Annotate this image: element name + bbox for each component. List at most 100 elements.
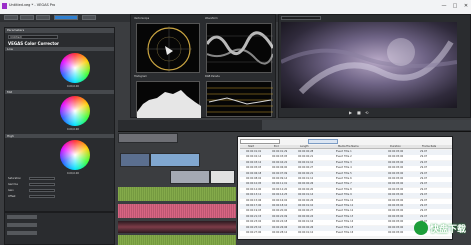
- table-cell: 00:00:23;02: [246, 220, 262, 224]
- preview-frame: [281, 22, 457, 108]
- table-row[interactable]: 00:00:02;14 00:00:03;05 00:00:00;21 Event T…: [240, 155, 452, 161]
- column-header[interactable]: Start: [248, 145, 254, 148]
- table-row[interactable]: 00:00:13;11 00:00:14;25 00:00:01;14 Event T…: [240, 193, 452, 199]
- table-row[interactable]: 00:00:03;12 00:00:04;22 00:00:01;10 Event T…: [240, 160, 452, 166]
- table-cell: 00:00:03;05: [272, 155, 288, 159]
- table-cell: 00:00:02;14: [246, 155, 262, 159]
- track-control[interactable]: [7, 223, 37, 227]
- section-high-header[interactable]: High: [5, 134, 114, 138]
- toolbar-button-active[interactable]: [54, 15, 78, 20]
- table-row[interactable]: 00:00:17;00 00:00:18;10 00:00:01;10 Event T…: [240, 204, 452, 209]
- preview-quality-dropdown[interactable]: [281, 16, 321, 20]
- toolbar-button-new[interactable]: [4, 15, 18, 20]
- table-cell: 00:00:03;12: [246, 160, 262, 164]
- table-cell: 00:00:05;00: [388, 198, 404, 202]
- table-cell: Event Title 2: [336, 155, 352, 159]
- table-cell: Event Title 12: [336, 209, 354, 213]
- low-color-wheel[interactable]: [60, 53, 90, 83]
- table-cell: 00:00:06;18: [246, 171, 262, 175]
- table-cell: 00:00:22;09: [272, 214, 288, 218]
- toolbar-button-save[interactable]: [36, 15, 50, 20]
- high-color-wheel[interactable]: [60, 140, 90, 170]
- table-cell: Event Title 15: [336, 225, 354, 229]
- video-clip[interactable]: [120, 153, 150, 167]
- table-cell: 00:00:05;00: [388, 171, 404, 175]
- table-row[interactable]: 00:00:01;01 00:00:01;29 00:00:00;28 Event T…: [240, 150, 452, 155]
- table-header: Start End Length Media File Name Duratio…: [240, 145, 452, 149]
- table-cell: 29.97: [420, 214, 428, 218]
- close-button[interactable]: ✕: [463, 3, 469, 9]
- minimize-button[interactable]: —: [441, 3, 447, 9]
- table-row[interactable]: 00:00:21;15 00:00:22;09 00:00:00;24 Event T…: [240, 214, 452, 220]
- play-icon[interactable]: ▶: [349, 110, 352, 115]
- table-cell: 00:00:16;02: [272, 198, 288, 202]
- column-header[interactable]: End: [274, 145, 279, 148]
- gamma-slider[interactable]: [29, 183, 55, 186]
- table-row[interactable]: 00:00:08;02 00:00:09;14 00:00:01;12 Event T…: [240, 177, 452, 182]
- table-cell: 00:00:01;29: [272, 150, 288, 153]
- explorer-search-input[interactable]: [240, 139, 280, 144]
- table-row[interactable]: 00:00:12;00 00:00:12;20 00:00:00;20 Event T…: [240, 187, 452, 193]
- audio-clip[interactable]: [118, 235, 236, 245]
- audio-clip[interactable]: [118, 187, 236, 201]
- table-row[interactable]: 00:00:19;03 00:00:20;00 00:00:00;27 Event T…: [240, 209, 452, 215]
- table-cell: 29.97: [420, 193, 428, 197]
- panel-tab[interactable]: Parameters: [5, 28, 114, 33]
- table-cell: 00:00:05;00: [388, 209, 404, 213]
- column-header[interactable]: Media File Name: [338, 145, 359, 148]
- explorer-filter-dropdown[interactable]: [308, 139, 338, 144]
- table-cell: Event Title 6: [336, 177, 352, 180]
- table-cell: 00:00:07;09: [272, 171, 288, 175]
- toolbar-button-settings[interactable]: [82, 15, 96, 20]
- table-cell: 00:00:18;10: [272, 204, 288, 207]
- table-cell: 29.97: [420, 182, 428, 186]
- video-clip[interactable]: [210, 170, 235, 184]
- audio-clip[interactable]: [118, 221, 236, 233]
- slider-label: Offset: [8, 195, 16, 198]
- saturation-slider[interactable]: [29, 177, 55, 180]
- table-cell: Event Title 13: [336, 214, 354, 218]
- video-clip[interactable]: [150, 153, 200, 167]
- table-cell: 00:00:00;21: [298, 155, 314, 159]
- track-control[interactable]: [7, 231, 37, 235]
- waveform-label: Waveform: [205, 17, 218, 20]
- table-cell: 00:00:12;20: [272, 187, 288, 191]
- table-cell: 00:00:15;06: [246, 198, 262, 202]
- offset-slider[interactable]: [29, 195, 55, 198]
- table-row[interactable]: 00:00:15;06 00:00:16;02 00:00:00;26 Event T…: [240, 198, 452, 204]
- audio-clip[interactable]: [118, 204, 236, 218]
- video-preview-panel: ▶ ■ ⟲: [278, 14, 471, 118]
- plugin-heading: VEGAS Color Corrector: [8, 41, 59, 46]
- preset-dropdown[interactable]: (Untitled): [8, 35, 58, 39]
- track-control[interactable]: [7, 215, 37, 219]
- video-clip[interactable]: [170, 170, 210, 184]
- table-row[interactable]: 00:00:06;18 00:00:07;09 00:00:00;21 Event T…: [240, 171, 452, 177]
- table-cell: 00:00:00;24: [298, 214, 314, 218]
- mid-color-wheel[interactable]: [60, 96, 90, 126]
- app-logo-icon: [2, 3, 7, 9]
- section-mid-header[interactable]: Mid: [5, 90, 114, 94]
- table-cell: 00:00:21;15: [246, 214, 262, 218]
- column-header[interactable]: Length: [300, 145, 309, 148]
- loop-icon[interactable]: ⟲: [365, 110, 368, 115]
- table-cell: 00:00:00;27: [298, 166, 314, 170]
- preview-image: [281, 38, 457, 95]
- table-row[interactable]: 00:00:10;05 00:00:11;01 00:00:00;26 Event T…: [240, 182, 452, 188]
- gain-slider[interactable]: [29, 189, 55, 192]
- table-cell: Event Title 8: [336, 187, 352, 191]
- table-cell: 00:00:01;12: [298, 231, 314, 234]
- window-title: Untitled.veg * - VEGAS Pro: [9, 3, 56, 7]
- maximize-button[interactable]: □: [452, 3, 458, 9]
- table-row[interactable]: 00:00:05;03 00:00:06;00 00:00:00;27 Event T…: [240, 166, 452, 172]
- video-clip[interactable]: [118, 133, 178, 143]
- toolbar-button-open[interactable]: [20, 15, 34, 20]
- section-low-header[interactable]: Low: [5, 47, 114, 51]
- column-header[interactable]: Duration: [390, 145, 401, 148]
- column-header[interactable]: Frame Rate: [422, 145, 436, 148]
- slider-label: Gain: [8, 189, 14, 192]
- table-cell: Event Title 3: [336, 160, 352, 164]
- vectorscope-label: Vectorscope: [134, 17, 150, 20]
- table-cell: 00:00:00;21: [298, 171, 314, 175]
- slider-label: Gamma: [8, 183, 18, 186]
- stop-icon[interactable]: ■: [357, 110, 361, 115]
